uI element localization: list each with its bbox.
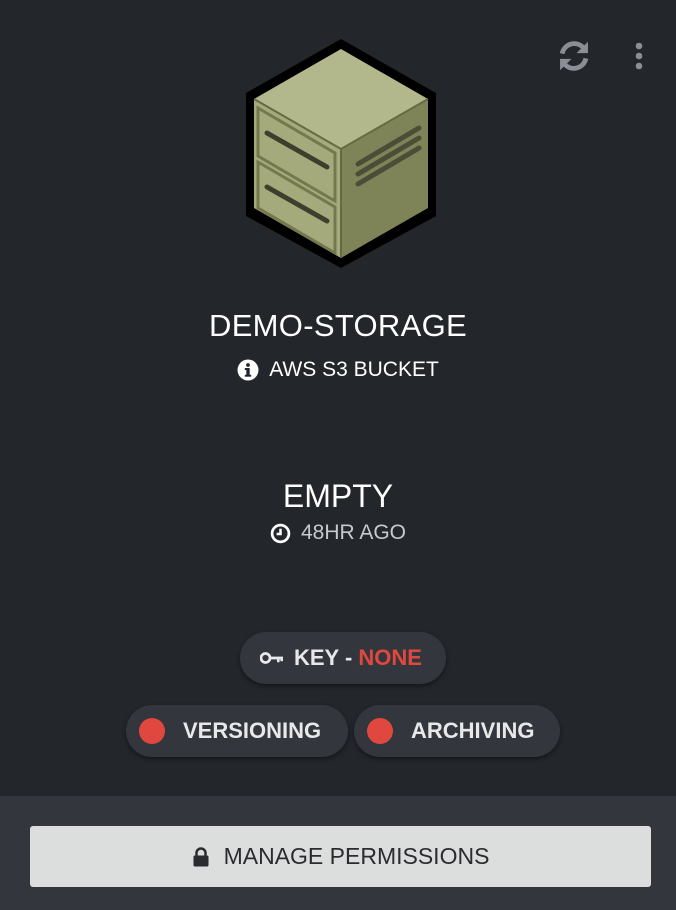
- storage-cabinet-icon: [246, 39, 436, 268]
- manage-permissions-label: MANAGE PERMISSIONS: [223, 843, 490, 869]
- refresh-button[interactable]: [554, 36, 594, 76]
- status-block: EMPTY 48HR AGO: [0, 478, 676, 545]
- encryption-key-badge[interactable]: KEY - NONE: [240, 632, 446, 684]
- bucket-type[interactable]: AWS S3 BUCKET: [0, 358, 676, 382]
- versioning-status-dot: [139, 718, 165, 744]
- manage-permissions-button[interactable]: MANAGE PERMISSIONS: [30, 826, 651, 887]
- key-icon: [260, 652, 283, 664]
- lock-icon: [193, 846, 209, 866]
- versioning-badge[interactable]: VERSIONING: [126, 705, 348, 757]
- versioning-label: VERSIONING: [183, 718, 322, 743]
- archiving-badge[interactable]: ARCHIVING: [354, 705, 560, 757]
- key-label: KEY: [294, 645, 339, 670]
- archiving-status-dot: [367, 718, 393, 744]
- status-time-label: 48HR AGO: [300, 521, 407, 544]
- key-value: NONE: [358, 645, 422, 670]
- clock-icon: [270, 523, 291, 543]
- bucket-type-label: AWS S3 BUCKET: [269, 358, 439, 381]
- bucket-title-block: DEMO-STORAGE AWS S3 BUCKET: [0, 308, 676, 382]
- bucket-card: DEMO-STORAGE AWS S3 BUCKET EMPTY 48HR AG…: [0, 0, 676, 910]
- card-footer: MANAGE PERMISSIONS: [0, 796, 676, 910]
- key-separator: -: [338, 645, 359, 670]
- key-text: KEY - NONE: [294, 645, 422, 671]
- info-icon: [237, 359, 259, 381]
- bucket-name: DEMO-STORAGE: [209, 308, 467, 343]
- status-time: 48HR AGO: [0, 521, 676, 545]
- archiving-label: ARCHIVING: [411, 718, 535, 743]
- top-actions: [554, 36, 646, 76]
- refresh-icon: [559, 41, 589, 71]
- status-value: EMPTY: [282, 478, 394, 514]
- more-options-button[interactable]: [632, 36, 646, 76]
- more-vertical-icon: [635, 42, 643, 70]
